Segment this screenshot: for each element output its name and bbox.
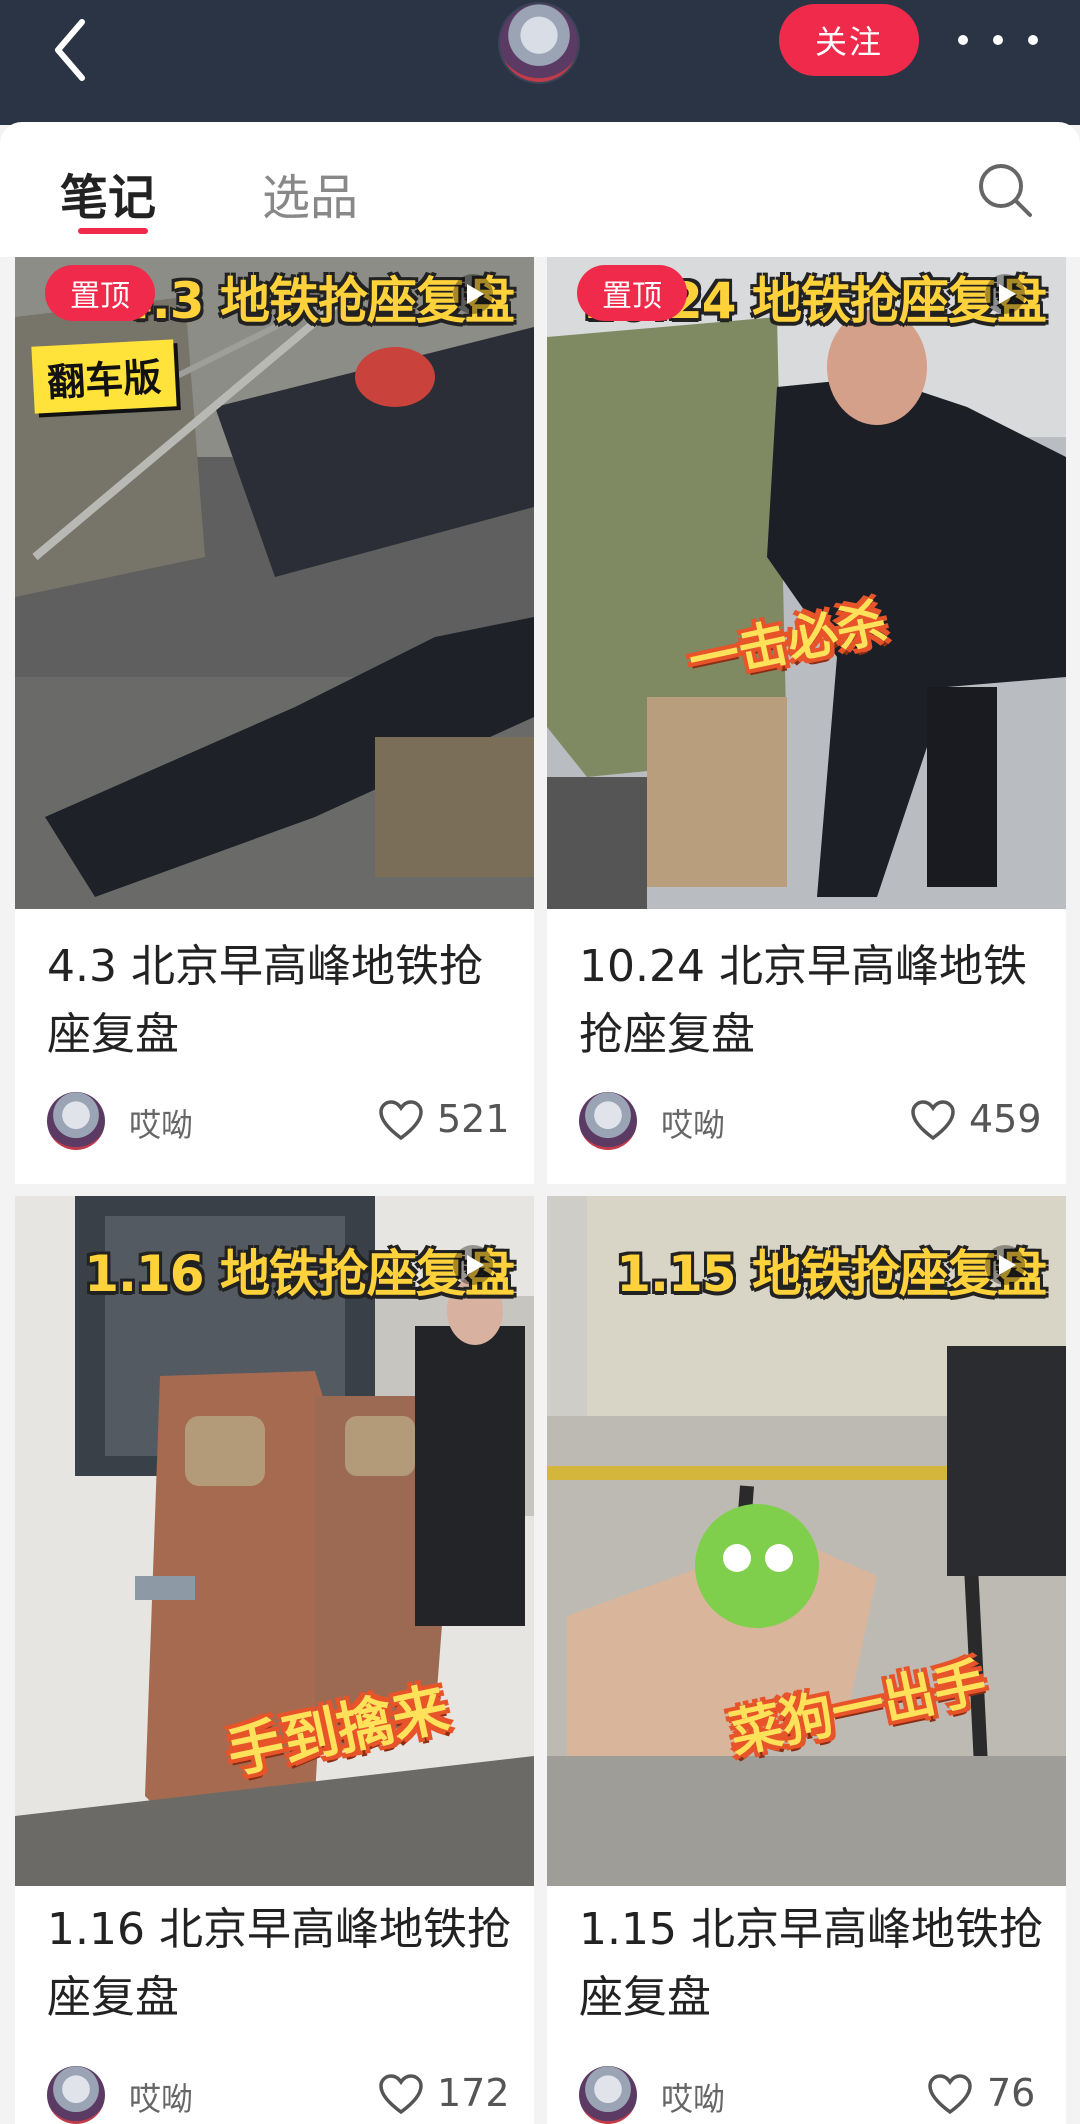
heart-icon[interactable] [927, 2074, 973, 2116]
note-card[interactable]: 4.3 地铁抢座复盘 置顶 翻车版 4.3 北京早高峰地铁抢座复盘 哎呦 521 [15, 257, 534, 1184]
thumbnail-badge: 翻车版 [31, 339, 177, 414]
like-count: 521 [437, 1097, 510, 1141]
author-name: 哎呦 [661, 2080, 726, 2118]
tab-bar: 笔记 选品 [0, 122, 1080, 257]
heart-icon[interactable] [910, 1100, 956, 1142]
note-title: 1.15 北京早高峰地铁抢座复盘 [579, 1904, 1043, 2023]
author-avatar [47, 1092, 105, 1150]
heart-icon[interactable] [378, 1100, 424, 1142]
author-avatar [47, 2066, 105, 2124]
tab-notes[interactable]: 笔记 [60, 158, 156, 228]
top-bar: 关注 [0, 0, 1080, 125]
note-title: 4.3 北京早高峰地铁抢座复盘 [47, 941, 483, 1060]
author-name: 哎呦 [661, 1106, 726, 1144]
thumbnail-image [547, 257, 1066, 909]
note-thumbnail: 4.3 地铁抢座复盘 置顶 翻车版 [15, 257, 534, 909]
more-dot [993, 35, 1003, 45]
tab-products[interactable]: 选品 [262, 158, 358, 228]
like-count: 76 [987, 2071, 1036, 2115]
pinned-badge: 置顶 [577, 265, 687, 321]
play-icon [453, 274, 493, 314]
pinned-badge: 置顶 [45, 265, 155, 321]
note-card[interactable]: 10.24 地铁抢座复盘 置顶 一击必杀 10.24 北京早高峰地铁抢座复盘 哎… [547, 257, 1066, 1184]
note-card[interactable]: 1.16 地铁抢座复盘 手到擒来 1.16 北京早高峰地铁抢座复盘 哎呦 172 [15, 1196, 534, 2124]
heart-icon[interactable] [378, 2074, 424, 2116]
search-button[interactable] [975, 160, 1035, 220]
author-avatar [579, 2066, 637, 2124]
follow-button[interactable]: 关注 [779, 4, 919, 76]
back-arrow-icon [55, 19, 85, 81]
note-thumbnail: 10.24 地铁抢座复盘 置顶 一击必杀 [547, 257, 1066, 909]
author-name: 哎呦 [129, 1106, 194, 1144]
note-card[interactable]: 1.15 地铁抢座复盘 菜狗一出手 1.15 北京早高峰地铁抢座复盘 哎呦 76 [547, 1196, 1066, 2124]
back-button[interactable] [40, 14, 100, 86]
like-count: 172 [437, 2071, 510, 2115]
search-icon [979, 164, 1032, 217]
more-dots-icon [958, 35, 968, 45]
play-icon [985, 274, 1025, 314]
active-tab-indicator [78, 228, 148, 234]
note-title: 1.16 北京早高峰地铁抢座复盘 [47, 1904, 511, 2023]
notes-grid: 4.3 地铁抢座复盘 置顶 翻车版 4.3 北京早高峰地铁抢座复盘 哎呦 521 [0, 257, 1080, 2124]
note-thumbnail: 1.15 地铁抢座复盘 菜狗一出手 [547, 1196, 1066, 1886]
play-icon [453, 1245, 493, 1285]
author-avatar [579, 1092, 637, 1150]
like-count: 459 [969, 1097, 1042, 1141]
note-title: 10.24 北京早高峰地铁抢座复盘 [579, 941, 1027, 1060]
more-dot [1028, 35, 1038, 45]
note-thumbnail: 1.16 地铁抢座复盘 手到擒来 [15, 1196, 534, 1886]
profile-avatar[interactable] [498, 2, 580, 84]
more-button[interactable] [958, 20, 1038, 60]
author-name: 哎呦 [129, 2080, 194, 2118]
play-icon [985, 1245, 1025, 1285]
